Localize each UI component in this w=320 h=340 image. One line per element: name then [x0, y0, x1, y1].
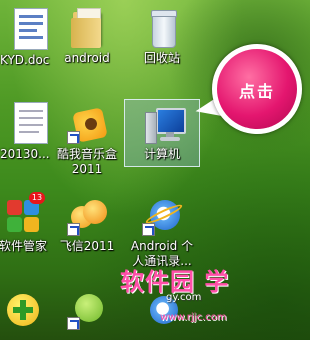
- shortcut-arrow-icon: [142, 223, 155, 236]
- desktop-icon-label: KYD.doc: [0, 53, 50, 67]
- desktop-icon-label-line2: 2011: [71, 162, 103, 176]
- desktop-icon-partial-2[interactable]: [48, 290, 126, 330]
- desktop-icon-label: 回收站: [143, 51, 180, 65]
- desktop[interactable]: KYD.doc android 回收站 20130... 酷我音乐盒 2011 …: [0, 0, 310, 340]
- desktop-icon-label: 20130...: [0, 147, 50, 161]
- notification-badge: 13: [29, 192, 45, 204]
- desktop-icon-fetion[interactable]: 飞信2011: [48, 196, 126, 254]
- kuwo-music-icon: [67, 104, 108, 144]
- word-doc-icon: [14, 8, 48, 50]
- recycle-bin-icon: [142, 8, 182, 48]
- desktop-icon-kuwo[interactable]: 酷我音乐盒 2011: [48, 104, 126, 176]
- desktop-icon-android[interactable]: android: [48, 8, 126, 66]
- desktop-icon-kyd-doc[interactable]: KYD.doc: [0, 8, 50, 68]
- desktop-icon-label: 飞信2011: [59, 239, 115, 253]
- watermark-url-secondary: www.rjjc.com: [160, 312, 227, 323]
- desktop-icon-android-contacts[interactable]: Android 个 人通讯录...: [123, 196, 201, 268]
- shortcut-arrow-icon: [67, 223, 80, 236]
- app-icon: [67, 290, 107, 330]
- software-manager-icon: 13: [3, 192, 45, 236]
- shortcut-arrow-icon: [67, 317, 80, 330]
- desktop-icon-label: Android 个: [130, 239, 194, 253]
- document-icon: [14, 102, 48, 144]
- computer-icon: [142, 104, 186, 144]
- desktop-icon-label: 计算机: [143, 147, 180, 161]
- folder-icon: [67, 8, 107, 48]
- ie-icon: [142, 196, 184, 236]
- desktop-icon-computer[interactable]: 计算机: [123, 104, 201, 162]
- callout-text: 点击: [238, 82, 275, 101]
- desktop-icon-20130[interactable]: 20130...: [0, 102, 50, 162]
- desktop-icon-label: android: [64, 51, 110, 65]
- fetion-icon: [67, 196, 107, 236]
- shortcut-arrow-icon: [67, 131, 80, 144]
- green-plus-icon: [1, 290, 41, 330]
- desktop-icon-recycle-bin[interactable]: 回收站: [123, 8, 201, 66]
- callout-bubble: 点击: [212, 44, 302, 134]
- desktop-icon-label: 酷我音乐盒: [56, 147, 117, 161]
- watermark: 软件园 学 gy.com www.rjjc.com: [120, 262, 310, 340]
- watermark-url: gy.com: [166, 292, 202, 303]
